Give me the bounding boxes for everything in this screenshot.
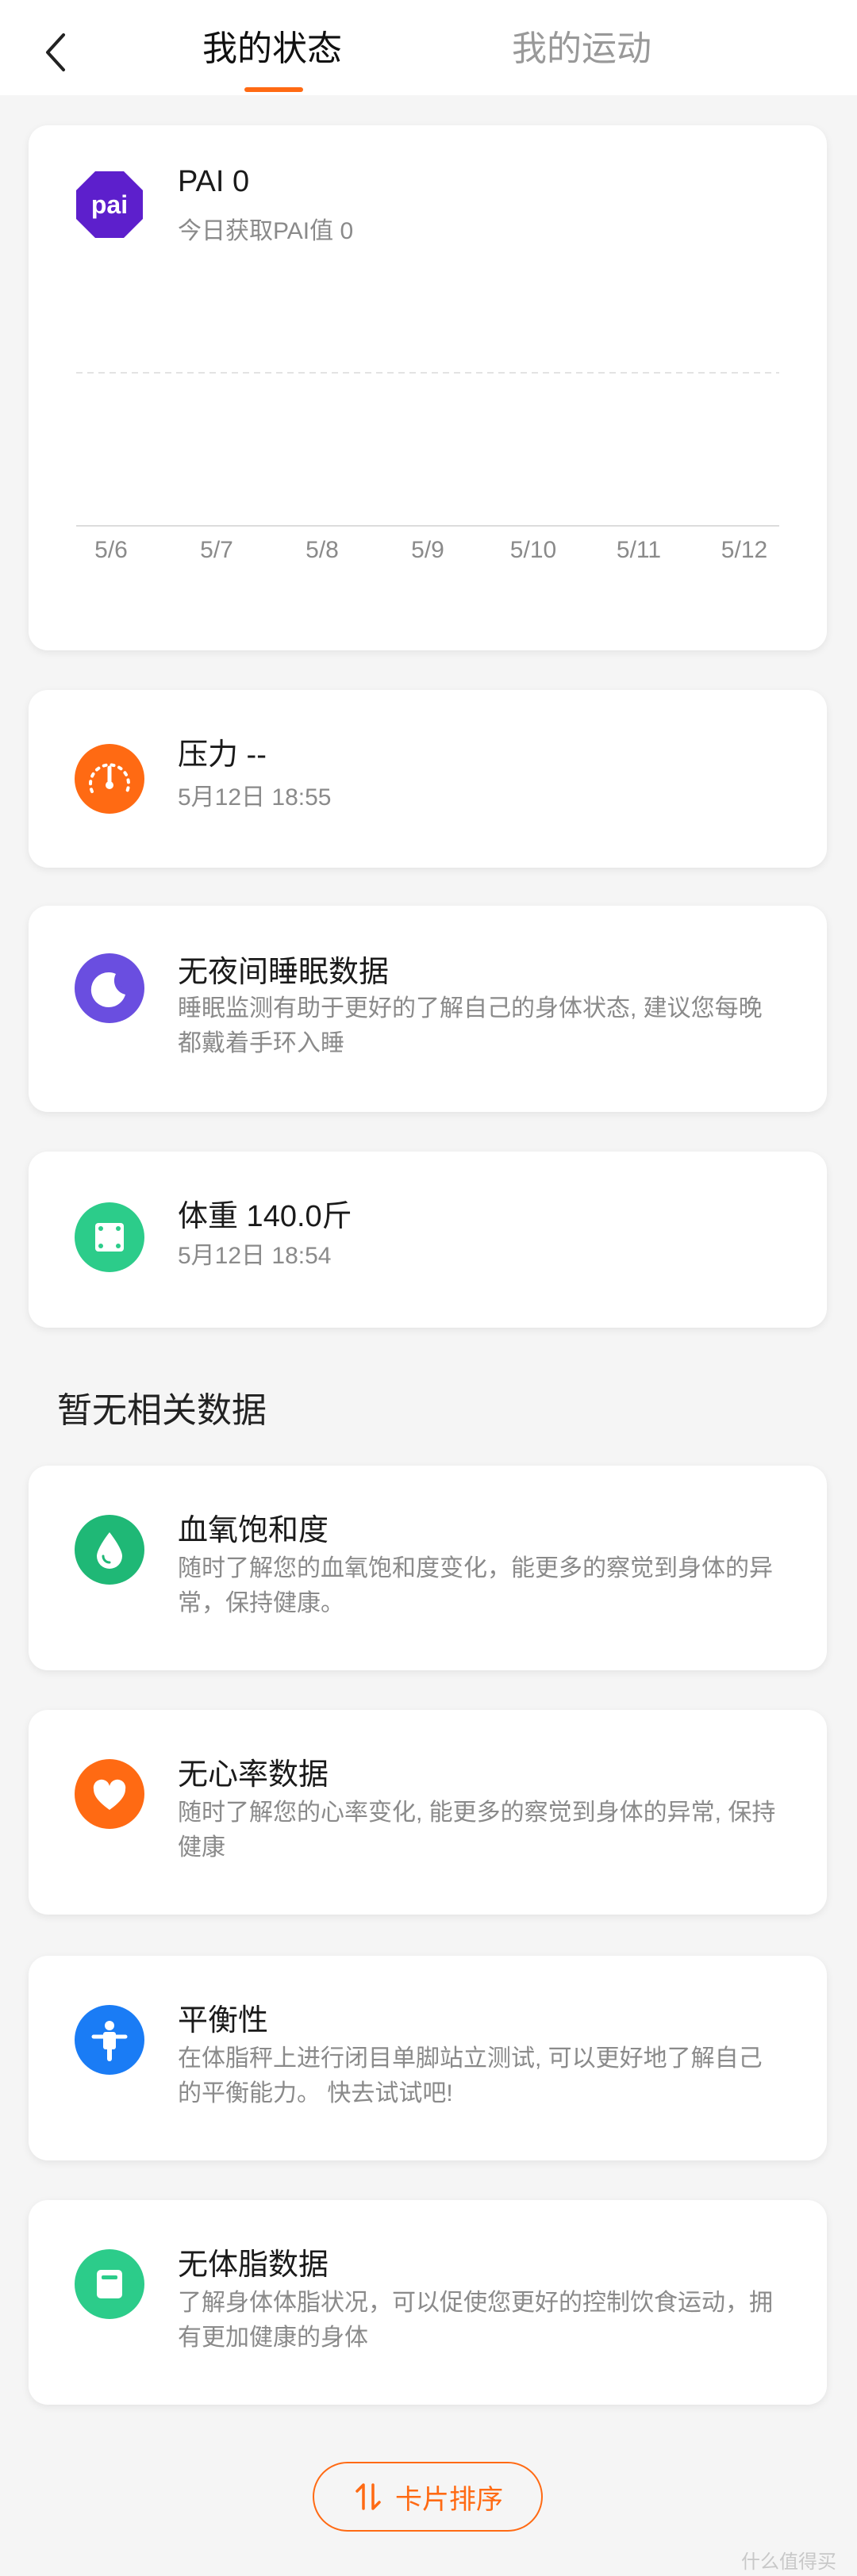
body-fat-title: 无体脂数据 <box>178 2248 329 2282</box>
blood-drop-icon <box>75 1515 144 1585</box>
pai-chart: 5/6 5/7 5/8 5/9 5/10 5/11 5/12 <box>76 372 779 563</box>
svg-text:z: z <box>119 978 125 991</box>
chart-tick-label: 5/8 <box>306 537 339 563</box>
weight-card[interactable]: 体重 140.0斤 5月12日 18:54 <box>29 1152 827 1328</box>
body-fat-icon <box>75 2249 144 2319</box>
heart-icon <box>75 1759 144 1829</box>
weight-title: 体重 140.0斤 <box>178 1200 352 1233</box>
sort-icon <box>355 2483 381 2510</box>
balance-title: 平衡性 <box>178 2004 269 2037</box>
chart-tick-label: 5/12 <box>721 537 767 563</box>
chevron-left-icon[interactable] <box>40 30 71 75</box>
person-balance-icon <box>75 2005 144 2075</box>
chart-tick-label: 5/11 <box>617 537 661 563</box>
tab-my-sport[interactable]: 我的运动 <box>512 24 651 75</box>
card-sort-label: 卡片排序 <box>395 2484 503 2515</box>
chart-tick-label: 5/10 <box>510 537 556 563</box>
sleep-title: 无夜间睡眠数据 <box>178 956 390 989</box>
spo2-description: 随时了解您的血氧饱和度变化，能更多的察觉到身体的异常，保持健康。 <box>178 1555 773 1616</box>
sleep-card[interactable]: z 无夜间睡眠数据 睡眠监测有助于更好的了解自己的身体状态, 建议您每晚都戴着手… <box>29 906 827 1112</box>
section-heading-no-data: 暂无相关数据 <box>57 1391 267 1430</box>
chart-tick-label: 5/7 <box>200 537 233 563</box>
stress-card[interactable]: 压力 -- 5月12日 18:55 <box>29 690 827 868</box>
pai-logo-text: pai <box>91 190 128 219</box>
body-fat-description: 了解身体体脂状况，可以促使您更好的控制饮食运动，拥有更加健康的身体 <box>178 2290 773 2351</box>
pai-card[interactable]: pai PAI 0 今日获取PAI值 0 5/6 5/7 5/8 5/9 5/10 5/1… <box>29 125 827 650</box>
active-tab-indicator <box>244 87 303 92</box>
stress-title: 压力 -- <box>178 738 267 772</box>
pai-icon: pai <box>75 170 144 240</box>
scale-icon <box>75 1202 144 1272</box>
spo2-card[interactable]: 血氧饱和度 随时了解您的血氧饱和度变化，能更多的察觉到身体的异常，保持健康。 <box>29 1466 827 1670</box>
chart-tick-label: 5/9 <box>411 537 444 563</box>
chart-tick-label: 5/6 <box>94 537 128 563</box>
balance-description: 在体脂秤上进行闭目单脚站立测试, 可以更好地了解自己的平衡能力。 快去试试吧! <box>178 2045 763 2106</box>
stress-timestamp: 5月12日 18:55 <box>178 784 332 811</box>
tab-my-status[interactable]: 我的状态 <box>202 24 342 75</box>
body-fat-card[interactable]: 无体脂数据 了解身体体脂状况，可以促使您更好的控制饮食运动，拥有更加健康的身体 <box>29 2200 827 2405</box>
weight-timestamp: 5月12日 18:54 <box>178 1243 332 1269</box>
pai-subtitle: 今日获取PAI值 0 <box>178 218 354 244</box>
pai-title: PAI 0 <box>178 165 250 198</box>
sleep-description: 睡眠监测有助于更好的了解自己的身体状态, 建议您每晚都戴着手环入睡 <box>178 995 763 1056</box>
spo2-title: 血氧饱和度 <box>178 1514 329 1547</box>
moon-icon: z <box>75 953 144 1023</box>
heart-rate-title: 无心率数据 <box>178 1758 329 1792</box>
heart-rate-card[interactable]: 无心率数据 随时了解您的心率变化, 能更多的察觉到身体的异常, 保持健康 <box>29 1710 827 1915</box>
card-sort-button[interactable]: 卡片排序 <box>313 2462 543 2532</box>
heart-rate-description: 随时了解您的心率变化, 能更多的察觉到身体的异常, 保持健康 <box>178 1800 776 1861</box>
watermark: 什么值得买 <box>741 2551 836 2573</box>
balance-card[interactable]: 平衡性 在体脂秤上进行闭目单脚站立测试, 可以更好地了解自己的平衡能力。 快去试… <box>29 1956 827 2160</box>
gauge-icon <box>75 744 144 814</box>
top-tab-bar: 我的状态 我的运动 <box>0 0 857 95</box>
